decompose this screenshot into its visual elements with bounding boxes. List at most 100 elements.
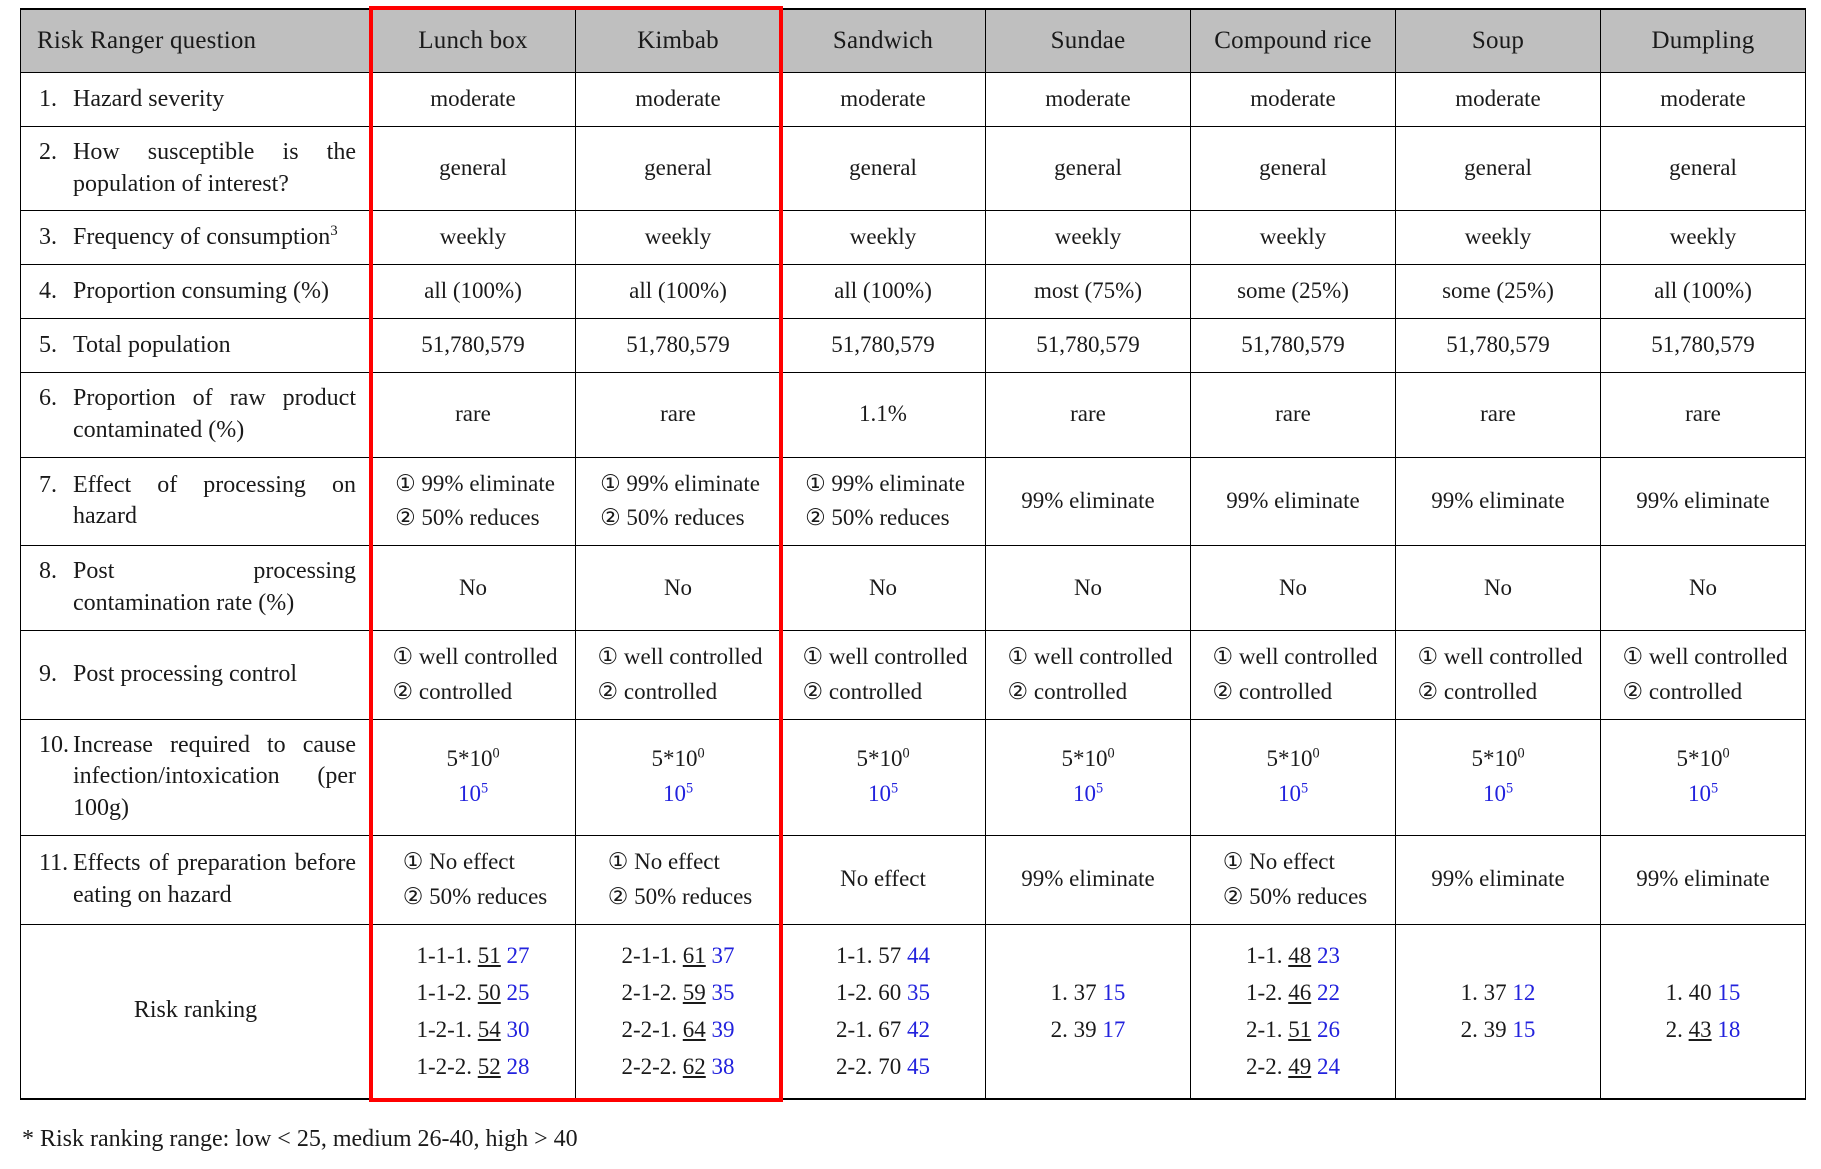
risk-score-blue: 15 xyxy=(1102,979,1126,1005)
dose-value: 5*100 xyxy=(376,742,570,777)
dose-value: 5*100 xyxy=(991,742,1185,777)
cell-value: weekly xyxy=(1190,210,1396,266)
risk-ranking-entry: 2-1. 51 26 xyxy=(1246,1011,1340,1048)
question-cell: 8. Post processing contamination rate (%) xyxy=(20,545,371,631)
risk-score-black: 39 xyxy=(1483,1017,1507,1043)
dose-base: 10 xyxy=(457,781,481,807)
option-list: ① 99% eliminate ② 50% reduces xyxy=(596,467,760,537)
question-number: 5. xyxy=(39,331,57,358)
cell-value: 5*100 105 xyxy=(1600,718,1806,836)
cell-value: 5*100 105 xyxy=(1190,718,1396,836)
column-header-sundae: Sundae xyxy=(985,8,1191,73)
option-list: ① well controlled ② controlled xyxy=(1004,640,1173,710)
cell-value: 99% eliminate xyxy=(1190,456,1396,547)
cell-value: ① No effect ② 50% reduces xyxy=(575,834,781,925)
risk-score-blue: 25 xyxy=(506,979,530,1005)
risk-ranking-entry: 1. 37 12 xyxy=(1461,974,1536,1011)
cell-value: 99% eliminate xyxy=(985,456,1191,547)
cell-value: moderate xyxy=(370,72,576,127)
cell-value: ① well controlled ② controlled xyxy=(575,629,781,720)
risk-ranking-entry: 2-2. 49 24 xyxy=(1246,1048,1340,1085)
risk-score-black: 61 xyxy=(682,942,706,968)
question-cell: 7. Effect of processing on hazard xyxy=(20,456,371,547)
column-header-kimbab: Kimbab xyxy=(575,8,781,73)
risk-score-black: 59 xyxy=(682,979,706,1005)
cell-value: moderate xyxy=(780,72,986,127)
cell-value: rare xyxy=(575,372,781,458)
dose-value: 105 xyxy=(991,777,1185,812)
question-text: Post processing control xyxy=(73,659,356,691)
option-item: ② controlled xyxy=(1212,678,1333,704)
table-header-row: Risk Ranger question Lunch box Kimbab Sandw… xyxy=(20,8,1806,73)
risk-ranking-entry: 1-1-1. 51 27 xyxy=(416,937,529,974)
table-row: 2. How susceptible is the population of i… xyxy=(20,125,1806,212)
dose-value: 105 xyxy=(376,777,570,812)
option-list: ① well controlled ② controlled xyxy=(1619,640,1788,710)
table-row: 8. Post processing contamination rate (%)… xyxy=(20,545,1806,631)
risk-ranking-entry: 2. 43 18 xyxy=(1666,1011,1741,1048)
question-label: Total population xyxy=(73,331,231,358)
option-item: ① well controlled xyxy=(1622,643,1788,669)
dose-exponent: 0 xyxy=(697,745,705,762)
scenario-id: 1. xyxy=(1460,979,1478,1005)
option-list: ① No effect ② 50% reduces xyxy=(399,845,548,915)
cell-value: 51,780,579 xyxy=(985,318,1191,374)
dose-base: 10 xyxy=(1277,781,1301,807)
option-list: ① No effect ② 50% reduces xyxy=(1219,845,1368,915)
dose-exponent: 5 xyxy=(480,780,489,797)
dose-exponent: 5 xyxy=(1505,780,1514,797)
risk-score-blue: 26 xyxy=(1316,1017,1340,1043)
risk-ranking-entry: 1. 40 15 xyxy=(1666,974,1741,1011)
scenario-id: 1-1-1. xyxy=(416,942,473,968)
option-list: ① 99% eliminate ② 50% reduces xyxy=(801,467,965,537)
option-item: ② 50% reduces xyxy=(607,883,753,909)
column-header-question: Risk Ranger question xyxy=(20,8,371,73)
risk-ranking-entry: 1-1-2. 50 25 xyxy=(416,974,529,1011)
table-row: 5. Total population 51,780,579 51,780,579 51… xyxy=(20,318,1806,374)
question-number: 7. xyxy=(39,471,57,498)
risk-ranking-label: Risk ranking xyxy=(20,923,371,1100)
risk-score-blue: 38 xyxy=(711,1054,735,1080)
scenario-id: 1-2. xyxy=(836,979,873,1005)
cell-value: ① 99% eliminate ② 50% reduces xyxy=(370,456,576,547)
question-label: Proportion consuming (%) xyxy=(73,277,329,304)
risk-ranking-list: 1-1. 57 44 1-2. 60 35 2-1. 67 42 2-2. 70 45 xyxy=(836,937,930,1086)
dose-exponent: 5 xyxy=(1300,780,1309,797)
scenario-id: 2-2. xyxy=(836,1054,873,1080)
scenario-id: 1-2-1. xyxy=(416,1017,473,1043)
option-item: ② 50% reduces xyxy=(395,505,540,531)
dose-base: 5*10 xyxy=(1471,746,1518,772)
cell-value: moderate xyxy=(575,72,781,127)
dose-exponent: 5 xyxy=(890,780,899,797)
dose-value: 5*100 xyxy=(1196,742,1390,777)
cell-value: general xyxy=(370,125,576,212)
risk-ranking-list: 1. 37 15 2. 39 17 xyxy=(1051,974,1126,1049)
cell-value: rare xyxy=(370,372,576,458)
cell-value: some (25%) xyxy=(1190,264,1396,320)
dose-base: 10 xyxy=(662,781,686,807)
risk-ranking-cell: 2-1-1. 61 37 2-1-2. 59 35 2-2-1. 64 39 2-2-… xyxy=(575,923,781,1100)
option-item: ① well controlled xyxy=(1417,643,1583,669)
risk-score-black: 67 xyxy=(878,1017,902,1043)
scenario-id: 2-2-2. xyxy=(621,1054,678,1080)
option-item: ① 99% eliminate xyxy=(395,470,555,496)
table-row: 1. Hazard severity moderate moderate moderat… xyxy=(20,72,1806,127)
risk-ranking-entry: 2-2-2. 62 38 xyxy=(621,1048,734,1085)
dose-base: 5*10 xyxy=(1676,746,1723,772)
question-text: How susceptible is the population of int… xyxy=(73,137,356,200)
risk-score-blue: 44 xyxy=(906,942,930,968)
risk-score-blue: 17 xyxy=(1102,1017,1126,1043)
dose-base: 10 xyxy=(1072,781,1096,807)
risk-ranking-cell: 1-1-1. 51 27 1-1-2. 50 25 1-2-1. 54 30 1-2-… xyxy=(370,923,576,1100)
risk-score-blue: 42 xyxy=(906,1017,930,1043)
risk-score-blue: 39 xyxy=(711,1017,735,1043)
table-row: 3. Frequency of consumption3 weekly weekly w… xyxy=(20,210,1806,266)
risk-ranking-cell: 1-1. 48 23 1-2. 46 22 2-1. 51 26 2-2. 49 24 xyxy=(1190,923,1396,1100)
cell-value: all (100%) xyxy=(370,264,576,320)
risk-ranking-list: 1. 37 12 2. 39 15 xyxy=(1461,974,1536,1049)
risk-ranking-list: 1-1. 48 23 1-2. 46 22 2-1. 51 26 2-2. 49 24 xyxy=(1246,937,1340,1086)
table-body: 1. Hazard severity moderate moderate moderat… xyxy=(20,72,1806,1100)
question-number: 6. xyxy=(39,385,57,412)
cell-value: 99% eliminate xyxy=(985,834,1191,925)
scenario-id: 2-1. xyxy=(1246,1017,1283,1043)
